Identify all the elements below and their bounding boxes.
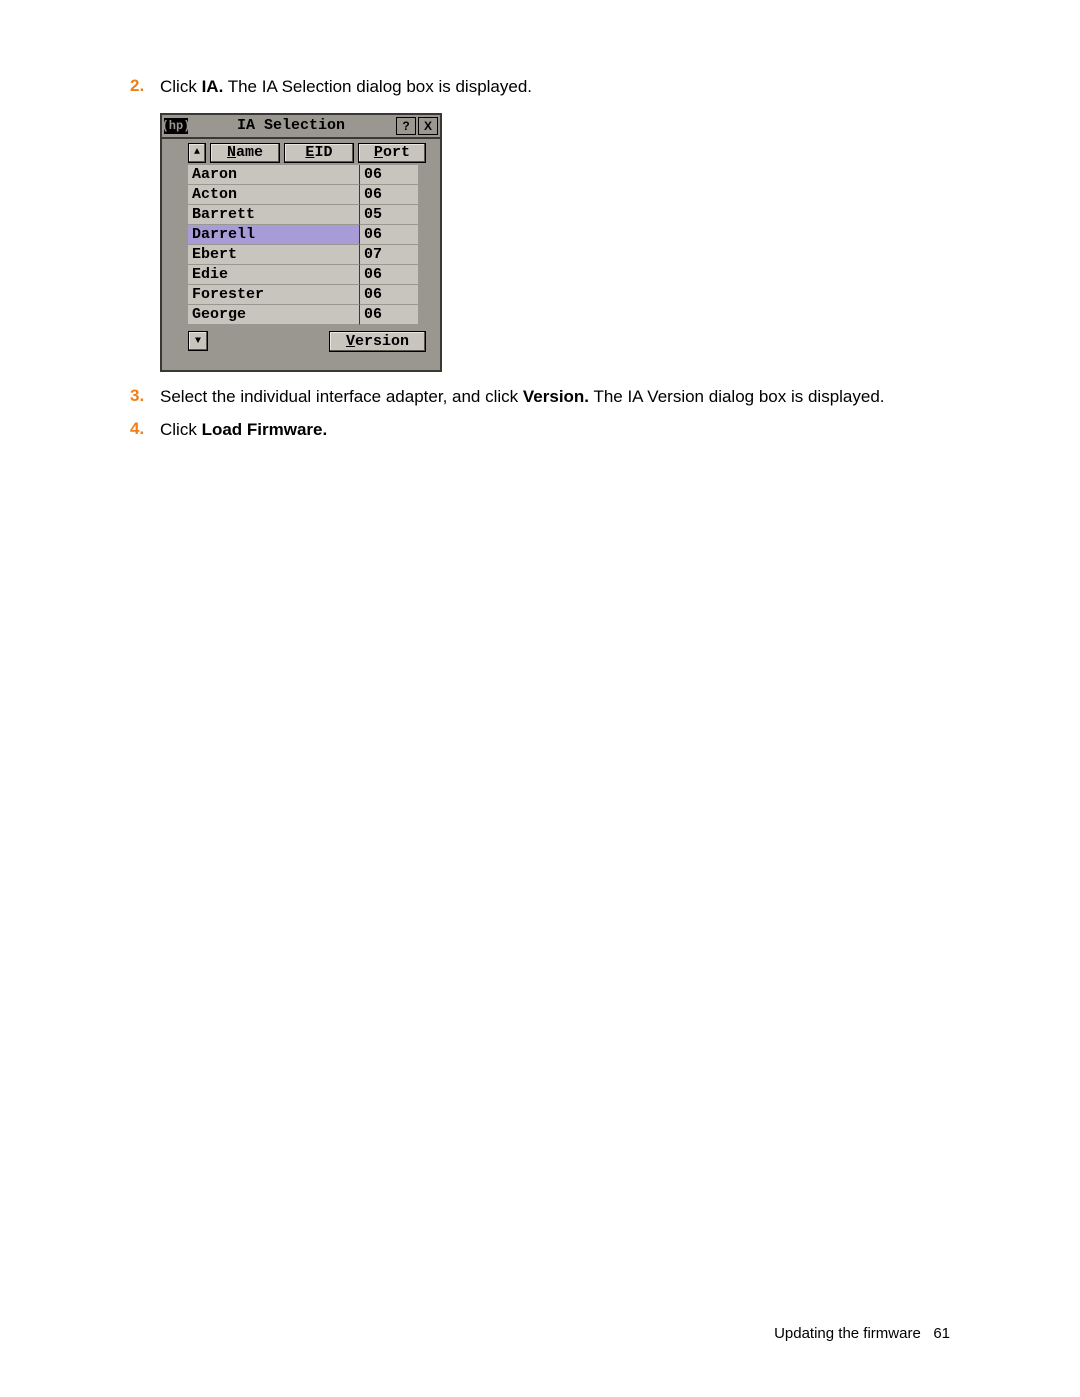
dialog-footer: ▼ Version [188, 331, 426, 352]
cell-port: 06 [360, 265, 418, 285]
cell-port: 07 [360, 245, 418, 265]
dialog-screenshot: (hp) IA Selection ? X ▲ Name EID Port Aa… [160, 113, 950, 372]
close-button[interactable]: X [418, 117, 438, 135]
step-rest: The IA Version dialog box is displayed. [589, 387, 884, 406]
step-2: 2. Click IA. The IA Selection dialog box… [130, 76, 950, 99]
cell-port: 06 [360, 285, 418, 305]
dialog-body: ▲ Name EID Port Aaron06Acton06Barrett05D… [162, 139, 440, 370]
help-button[interactable]: ? [396, 117, 416, 135]
step-prefix: Click [160, 77, 202, 96]
footer-page: 61 [933, 1325, 950, 1342]
table-row[interactable]: Ebert07 [188, 245, 426, 265]
table-row[interactable]: George06 [188, 305, 426, 325]
list-table: Aaron06Acton06Barrett05Darrell06Ebert07E… [188, 165, 426, 325]
hp-logo-icon: (hp) [164, 118, 188, 134]
step-text: Click IA. The IA Selection dialog box is… [160, 76, 950, 99]
arrow-down-icon: ▼ [195, 336, 201, 347]
table-row[interactable]: Acton06 [188, 185, 426, 205]
col-header-name[interactable]: Name [210, 143, 280, 163]
cell-port: 06 [360, 185, 418, 205]
step-text: Select the individual interface adapter,… [160, 386, 950, 409]
cell-name: Ebert [188, 245, 360, 265]
cell-name: George [188, 305, 360, 325]
step-bold: IA. [202, 77, 224, 96]
step-number: 3. [130, 386, 160, 409]
table-row[interactable]: Barrett05 [188, 205, 426, 225]
step-text: Click Load Firmware. [160, 419, 950, 442]
cell-port: 06 [360, 165, 418, 185]
step-prefix: Select the individual interface adapter,… [160, 387, 523, 406]
cell-name: Edie [188, 265, 360, 285]
page-footer: Updating the firmware 61 [774, 1325, 950, 1342]
cell-port: 06 [360, 305, 418, 325]
footer-section: Updating the firmware [774, 1325, 921, 1342]
dialog-titlebar: (hp) IA Selection ? X [162, 115, 440, 139]
cell-port: 06 [360, 225, 418, 245]
step-3: 3. Select the individual interface adapt… [130, 386, 950, 409]
dialog-title: IA Selection [188, 117, 394, 134]
step-rest: The IA Selection dialog box is displayed… [223, 77, 532, 96]
ia-selection-dialog: (hp) IA Selection ? X ▲ Name EID Port Aa… [160, 113, 442, 372]
step-bold: Load Firmware. [202, 420, 328, 439]
cell-name: Forester [188, 285, 360, 305]
header-row: ▲ Name EID Port [188, 143, 426, 163]
cell-name: Darrell [188, 225, 360, 245]
step-bold: Version. [523, 387, 589, 406]
step-prefix: Click [160, 420, 202, 439]
step-number: 2. [130, 76, 160, 99]
step-number: 4. [130, 419, 160, 442]
cell-name: Acton [188, 185, 360, 205]
table-row[interactable]: Darrell06 [188, 225, 426, 245]
scroll-down-button[interactable]: ▼ [188, 331, 208, 351]
version-button[interactable]: Version [329, 331, 426, 352]
cell-port: 05 [360, 205, 418, 225]
step-4: 4. Click Load Firmware. [130, 419, 950, 442]
table-row[interactable]: Aaron06 [188, 165, 426, 185]
cell-name: Barrett [188, 205, 360, 225]
arrow-up-icon: ▲ [194, 147, 200, 158]
table-row[interactable]: Edie06 [188, 265, 426, 285]
col-header-port[interactable]: Port [358, 143, 426, 163]
table-row[interactable]: Forester06 [188, 285, 426, 305]
scroll-up-button[interactable]: ▲ [188, 143, 206, 163]
col-header-eid[interactable]: EID [284, 143, 354, 163]
cell-name: Aaron [188, 165, 360, 185]
